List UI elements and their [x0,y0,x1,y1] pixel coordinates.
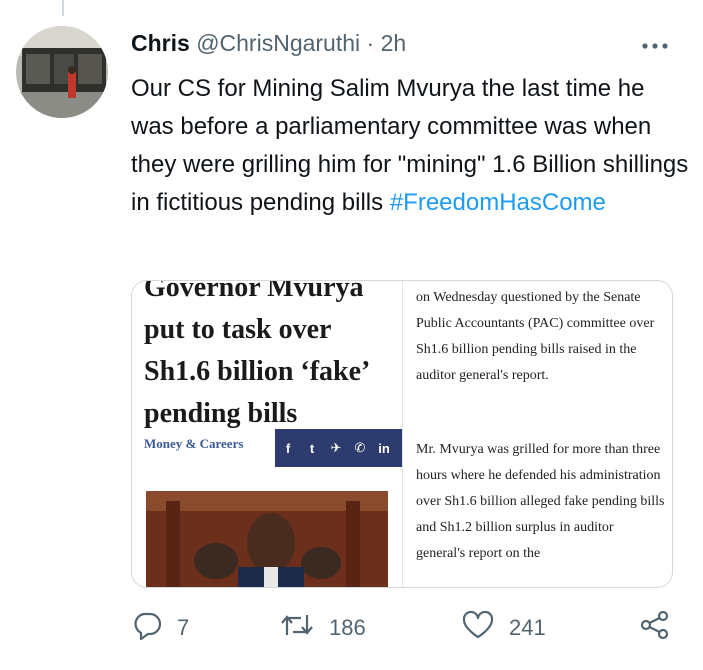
reply-count: 7 [177,615,190,640]
avatar-photo [16,26,108,118]
like-button[interactable]: 241 [461,608,546,648]
telegram-icon: ✈ [330,440,342,455]
retweet-icon [279,609,315,647]
media-image[interactable]: Governor Mvurya put to task over Sh1.6 b… [131,280,673,588]
clipping-photo [146,491,388,587]
hashtag-link[interactable]: #FreedomHasCome [390,189,606,216]
tweet-text: Our CS for Mining Salim Mvurya the last … [131,70,691,222]
tweet-time[interactable]: 2h [381,30,407,56]
linkedin-icon: in [378,440,390,456]
share-icon [639,609,671,647]
retweet-button[interactable]: 186 [279,608,366,648]
avatar[interactable] [16,26,108,118]
like-icon [461,609,495,647]
more-icon[interactable] [640,36,670,56]
like-count: 241 [509,615,546,640]
headline-line: Sh1.6 billion ‘fake’ [144,356,371,387]
reply-icon [131,609,163,647]
reply-button[interactable]: 7 [131,608,189,648]
clipping-right-column: on Wednesday questioned by the Senate Pu… [416,281,666,587]
author-handle[interactable]: @ChrisNgaruthi [196,30,360,56]
thread-line [62,0,64,16]
headline-line: Governor Mvurya [144,280,364,303]
facebook-icon: f [285,440,291,456]
section-label: Money & Careers [144,436,244,451]
tweet-header: Chris @ChrisNgaruthi · 2h [131,30,406,57]
whatsapp-icon: ✆ [354,440,366,455]
clipping-headline: Governor Mvurya put to task over Sh1.6 b… [144,280,394,435]
clipping-left-column: Governor Mvurya put to task over Sh1.6 b… [132,281,402,587]
headline-line: put to task over [144,314,332,345]
share-button[interactable] [639,608,671,648]
twitter-icon: t [309,440,315,456]
author-name[interactable]: Chris [131,30,190,56]
separator-dot: · [366,30,375,56]
clipping-divider [402,281,403,587]
retweet-count: 186 [329,615,366,640]
clipping-share-bar: f t ✈ ✆ in [275,429,402,467]
clipping-paragraph: Mr. Mvurya was grilled for more than thr… [416,442,665,561]
tweet-actions: 7 186 241 [131,608,671,648]
clipping-paragraph: on Wednesday questioned by the Senate Pu… [416,290,655,383]
